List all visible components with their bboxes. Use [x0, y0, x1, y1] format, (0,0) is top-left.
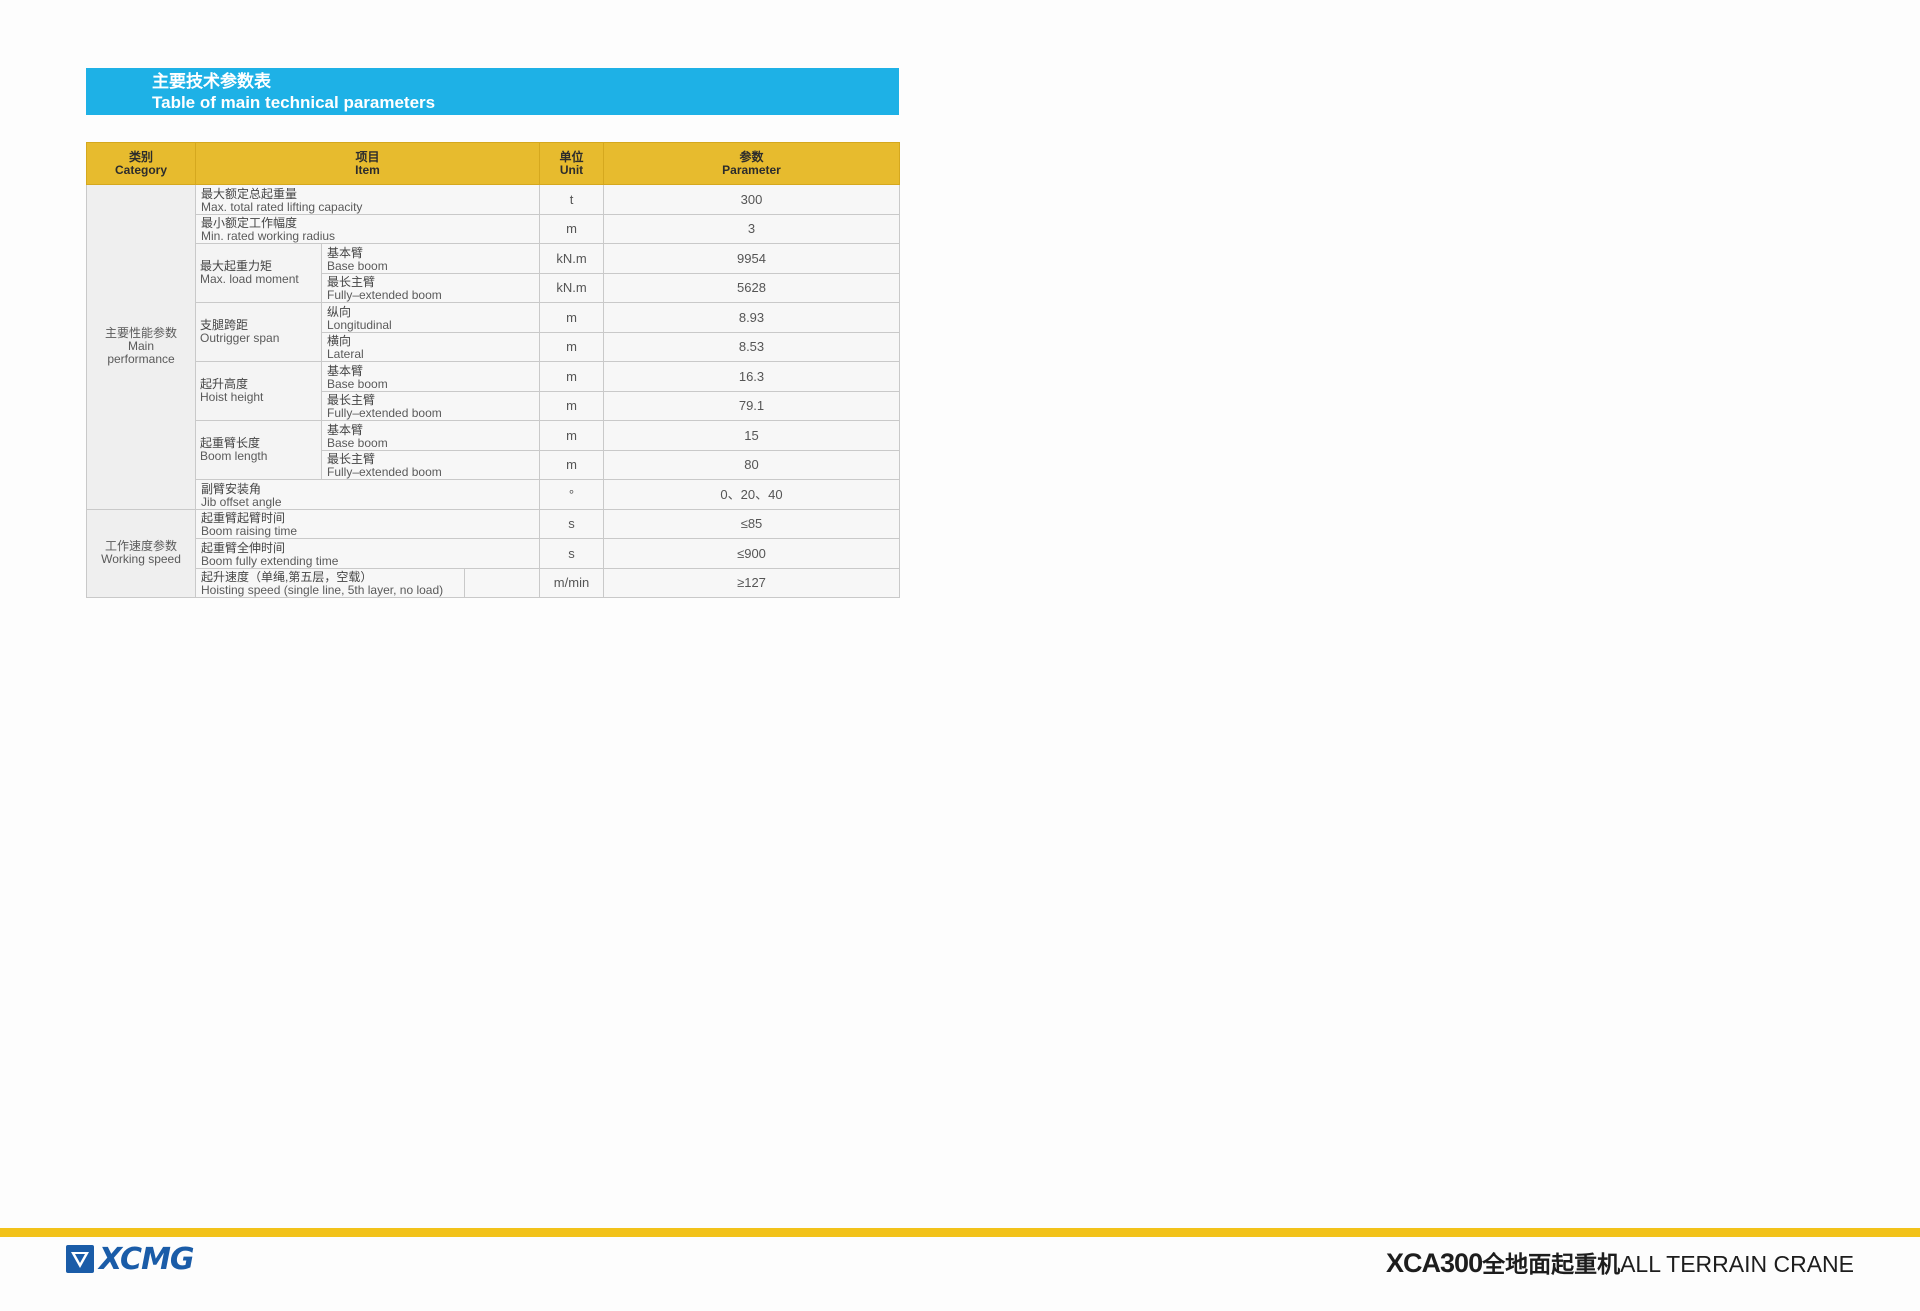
technical-parameters-table: 类别 Category 项目 Item 单位 Unit 参数 Parameter…: [86, 142, 900, 598]
product-model: XCA300: [1386, 1248, 1483, 1278]
sub-item-cell: 最长主臂 Fully–extended boom: [321, 390, 540, 421]
sub-item-cell: 基本臂 Base boom: [321, 243, 540, 274]
unit-cell: m: [539, 390, 604, 421]
table-row: 工作速度参数 Working speed 起重臂起臂时间 Boom raisin…: [86, 508, 900, 598]
unit-cell: t: [539, 184, 604, 215]
product-name-en: ALL TERRAIN CRANE: [1620, 1251, 1854, 1277]
table-row: 起重臂长度 Boom length 基本臂 Base boom m 15: [87, 420, 900, 480]
value-cell: ≤85: [603, 508, 900, 539]
unit-cell: s: [539, 508, 604, 539]
table-row: 副臂安装角 Jib offset angle ° 0、20、40: [87, 479, 900, 510]
value-cell: ≥127: [603, 567, 900, 598]
item-cell: 起重臂全伸时间 Boom fully extending time: [195, 538, 540, 569]
header-item: 项目 Item: [195, 142, 540, 185]
product-title: XCA300 全地面起重机 ALL TERRAIN CRANE: [1386, 1245, 1854, 1278]
value-cell: ≤900: [603, 538, 900, 569]
value-cell: 80: [603, 449, 900, 480]
unit-cell: m: [539, 331, 604, 362]
unit-cell: m: [539, 420, 604, 451]
group-hoist-height: 起升高度 Hoist height: [195, 361, 322, 421]
group-load-moment: 最大起重力矩 Max. load moment: [195, 243, 322, 303]
value-cell: 9954: [603, 243, 900, 274]
value-cell: 0、20、40: [603, 479, 900, 510]
item-cell: 起重臂起臂时间 Boom raising time: [195, 508, 540, 539]
table-row: 最大起重力矩 Max. load moment 基本臂 Base boom kN…: [87, 243, 900, 303]
unit-cell: °: [539, 479, 604, 510]
unit-cell: m: [539, 213, 604, 244]
value-cell: 16.3: [603, 361, 900, 392]
item-cell: 副臂安装角 Jib offset angle: [195, 479, 540, 510]
product-name-zh: 全地面起重机: [1482, 1251, 1621, 1277]
table-header-row: 类别 Category 项目 Item 单位 Unit 参数 Parameter: [86, 142, 900, 185]
category-working-speed: 工作速度参数 Working speed: [86, 508, 196, 598]
sub-item-cell: 基本臂 Base boom: [321, 420, 540, 451]
category-main-performance: 主要性能参数 Main performance: [86, 184, 196, 510]
value-cell: 8.53: [603, 331, 900, 362]
group-boom-length: 起重臂长度 Boom length: [195, 420, 322, 480]
group-outrigger-span: 支腿跨距 Outrigger span: [195, 302, 322, 362]
item-cell: 起升速度（单绳,第五层，空载） Hoisting speed (single l…: [195, 567, 465, 598]
item-cell: 最小额定工作幅度 Min. rated working radius: [195, 213, 540, 244]
value-cell: 79.1: [603, 390, 900, 421]
unit-cell: m: [539, 302, 604, 333]
sub-item-cell: 最长主臂 Fully–extended boom: [321, 272, 540, 303]
header-unit: 单位 Unit: [539, 142, 604, 185]
logo-text: XCMG: [99, 1241, 195, 1277]
xcmg-logo-icon: [66, 1245, 94, 1273]
title-zh: 主要技术参数表: [152, 72, 271, 91]
empty-cell: [464, 567, 540, 598]
sub-item-cell: 基本臂 Base boom: [321, 361, 540, 392]
unit-cell: kN.m: [539, 243, 604, 274]
table-row: 起重臂全伸时间 Boom fully extending time s ≤900: [87, 538, 900, 569]
value-cell: 3: [603, 213, 900, 244]
value-cell: 8.93: [603, 302, 900, 333]
unit-cell: kN.m: [539, 272, 604, 303]
xcmg-logo: XCMG: [65, 1241, 195, 1277]
table-row: 最小额定工作幅度 Min. rated working radius m 3: [87, 213, 900, 244]
table-row: 支腿跨距 Outrigger span 纵向 Longitudinal m 8.…: [87, 302, 900, 362]
unit-cell: m: [539, 361, 604, 392]
title-en: Table of main technical parameters: [152, 93, 436, 112]
table-row: 起升速度（单绳,第五层，空载） Hoisting speed (single l…: [87, 567, 900, 598]
sub-item-cell: 纵向 Longitudinal: [321, 302, 540, 333]
value-cell: 300: [603, 184, 900, 215]
item-cell: 最大额定总起重量 Max. total rated lifting capaci…: [195, 184, 540, 215]
value-cell: 15: [603, 420, 900, 451]
table-row: 主要性能参数 Main performance 最大额定总起重量 Max. to…: [86, 184, 900, 510]
header-category: 类别 Category: [86, 142, 196, 185]
unit-cell: m: [539, 449, 604, 480]
sub-item-cell: 横向 Lateral: [321, 331, 540, 362]
sub-item-cell: 最长主臂 Fully–extended boom: [321, 449, 540, 480]
header-parameter: 参数 Parameter: [603, 142, 900, 185]
unit-cell: m/min: [539, 567, 604, 598]
table-title-band: 主要技术参数表 Table of main technical paramete…: [86, 68, 899, 115]
unit-cell: s: [539, 538, 604, 569]
footer-accent-bar: [0, 1228, 1920, 1237]
value-cell: 5628: [603, 272, 900, 303]
table-row: 起升高度 Hoist height 基本臂 Base boom m 16.3: [87, 361, 900, 421]
